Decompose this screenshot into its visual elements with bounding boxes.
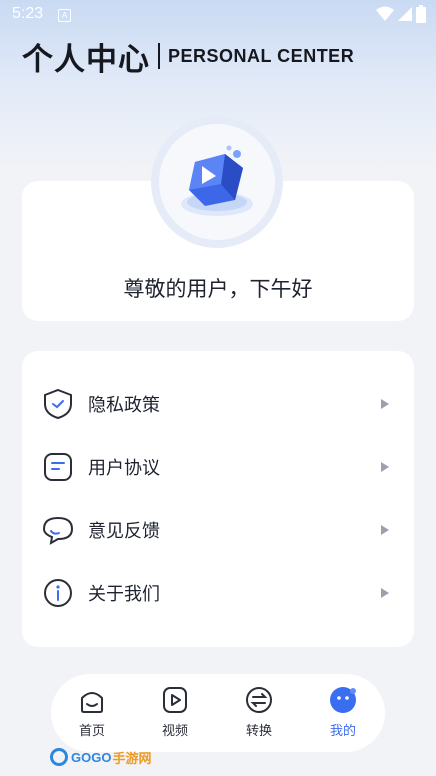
chevron-right-icon bbox=[381, 524, 389, 535]
header-divider bbox=[158, 43, 160, 69]
status-bar: 5:23 A bbox=[0, 0, 436, 28]
tab-video[interactable]: 视频 bbox=[145, 686, 205, 742]
menu-item-label: 关于我们 bbox=[88, 583, 160, 605]
chevron-right-icon bbox=[381, 398, 389, 409]
avatar-inner bbox=[159, 124, 275, 240]
chevron-right-icon bbox=[381, 587, 389, 598]
status-time: 5:23 bbox=[12, 5, 44, 22]
tab-label: 我的 bbox=[329, 724, 356, 739]
info-icon bbox=[42, 577, 74, 609]
chevron-right-icon bbox=[381, 461, 389, 472]
tab-label: 首页 bbox=[78, 724, 105, 739]
gogo-logo-icon bbox=[50, 748, 68, 766]
shield-check-icon bbox=[42, 388, 74, 420]
chat-bubble-icon bbox=[42, 514, 74, 546]
watermark-suffix: 手游网 bbox=[112, 750, 152, 766]
status-icons bbox=[376, 5, 426, 23]
avatar[interactable] bbox=[151, 116, 283, 248]
signal-icon bbox=[398, 7, 412, 21]
home-smile-icon bbox=[81, 692, 103, 713]
battery-icon bbox=[416, 5, 426, 23]
notification-icon: A bbox=[58, 9, 71, 22]
tab-label: 转换 bbox=[245, 724, 272, 739]
page-subtitle: PERSONAL CENTER bbox=[168, 45, 355, 66]
page-title: 个人中心 bbox=[22, 41, 150, 78]
tab-label: 视频 bbox=[161, 724, 188, 739]
menu-card: 隐私政策 用户协议 意见反馈 关于我们 bbox=[22, 351, 414, 647]
menu-item-label: 用户协议 bbox=[88, 457, 160, 479]
tab-convert[interactable]: 转换 bbox=[229, 686, 289, 742]
video-cube-icon bbox=[181, 145, 253, 216]
bottom-tab-bar: 首页 视频 转换 我的 bbox=[51, 674, 385, 752]
tab-mine[interactable]: 我的 bbox=[313, 686, 373, 742]
wifi-icon bbox=[376, 6, 394, 21]
tab-home[interactable]: 首页 bbox=[62, 686, 122, 742]
document-icon bbox=[42, 451, 74, 483]
greeting-text: 尊敬的用户，下午好 bbox=[123, 277, 313, 301]
menu-item-privacy-policy[interactable]: 隐私政策 bbox=[22, 372, 414, 435]
menu-item-user-agreement[interactable]: 用户协议 bbox=[22, 435, 414, 498]
menu-item-feedback[interactable]: 意见反馈 bbox=[22, 498, 414, 561]
profile-face-icon bbox=[330, 687, 356, 713]
play-icon bbox=[163, 687, 187, 713]
swap-icon bbox=[246, 687, 272, 713]
page-header: 个人中心 PERSONAL CENTER bbox=[22, 36, 355, 78]
menu-item-about-us[interactable]: 关于我们 bbox=[22, 561, 414, 624]
watermark-brand: GOGO bbox=[71, 749, 112, 765]
watermark-logo: GOGO 手游网 bbox=[50, 746, 151, 768]
menu-item-label: 隐私政策 bbox=[88, 394, 160, 416]
menu-item-label: 意见反馈 bbox=[88, 520, 160, 542]
